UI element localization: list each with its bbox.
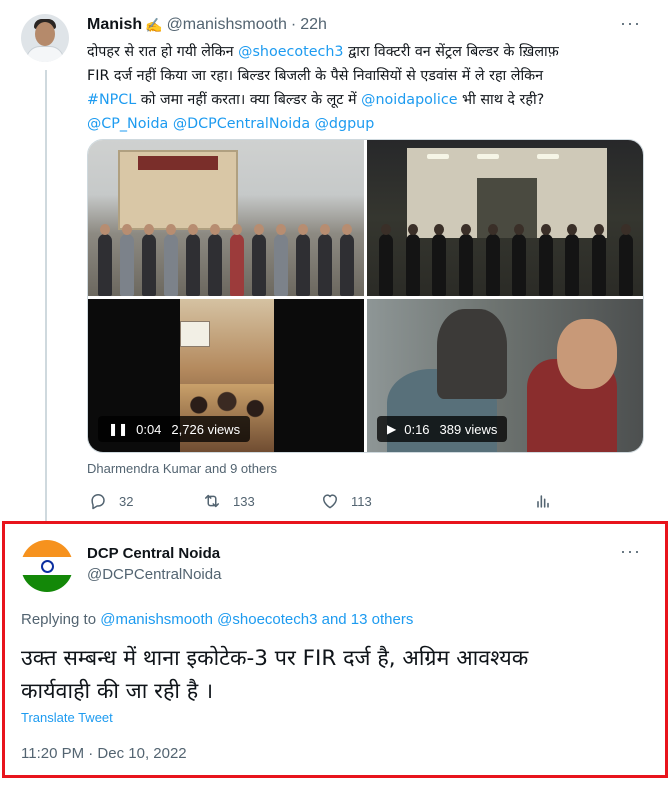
pause-icon[interactable]: ❚❚ xyxy=(108,422,128,436)
mention-link[interactable]: @DCPCentralNoida xyxy=(173,116,310,132)
video-2-overlay[interactable]: ▶ 0:16 389 views xyxy=(377,416,508,442)
replying-to-users-link[interactable]: @manishsmooth @shoecotech3 and 13 others xyxy=(100,611,413,628)
tweet-text-line: FIR दर्ज नहीं किया जा रहा। बिल्डर बिजली … xyxy=(87,64,647,88)
tweet-actions: 32 133 113 xyxy=(87,490,557,514)
tweet-text-line: उक्त सम्बन्ध में थाना इकोटेक-3 पर FIR दर… xyxy=(21,646,529,671)
retweet-count: 133 xyxy=(233,493,255,509)
mention-link[interactable]: @dgpup xyxy=(315,116,375,132)
video-2[interactable]: ▶ 0:16 389 views xyxy=(367,299,643,452)
tweet-time[interactable]: 22h xyxy=(300,16,327,34)
author-name[interactable]: Manish xyxy=(87,16,142,34)
text-segment: भी साथ दे रही? xyxy=(457,92,545,108)
hashtag-link[interactable]: #NPCL xyxy=(87,92,136,108)
tweet-header: Manish ✍️ @manishsmooth · 22h xyxy=(87,15,327,35)
author-name[interactable]: DCP Central Noida xyxy=(87,545,220,562)
text-segment: FIR दर्ज नहीं किया जा रहा। बिल्डर बिजली … xyxy=(87,68,544,84)
author-handle[interactable]: @DCPCentralNoida xyxy=(87,566,221,583)
like-count: 113 xyxy=(351,493,372,509)
reply-button[interactable]: 32 xyxy=(87,490,133,512)
thread-connector-line xyxy=(45,70,47,522)
mention-link[interactable]: @noidapolice xyxy=(361,92,457,108)
media-grid: ❚❚ 0:04 2,726 views ▶ 0:16 389 views xyxy=(87,139,644,453)
photo-police-station-day[interactable] xyxy=(88,140,364,296)
tweet-timestamp[interactable]: 11:20 PM · Dec 10, 2022 xyxy=(21,745,187,762)
video-views: 389 views xyxy=(439,421,498,437)
translate-tweet-link[interactable]: Translate Tweet xyxy=(21,710,113,725)
retweet-button[interactable]: 133 xyxy=(201,490,255,512)
video-duration: 0:04 xyxy=(136,421,162,437)
video-duration: 0:16 xyxy=(404,421,430,437)
text-segment: को जमा नहीं करता। क्या बिल्डर के लूट में xyxy=(136,92,362,108)
ashoka-chakra-icon xyxy=(40,559,54,573)
mention-link[interactable]: @CP_Noida xyxy=(87,116,168,132)
analytics-button[interactable] xyxy=(532,490,564,512)
mention-link[interactable]: @shoecotech3 xyxy=(238,44,343,60)
separator-dot: · xyxy=(290,16,297,33)
tweet-text: उक्त सम्बन्ध में थाना इकोटेक-3 पर FIR दर… xyxy=(21,642,651,708)
video-1-overlay[interactable]: ❚❚ 0:04 2,726 views xyxy=(98,416,251,442)
replying-prefix: Replying to xyxy=(21,611,101,628)
tweet-text-line: #NPCL को जमा नहीं करता। क्या बिल्डर के ल… xyxy=(87,88,647,112)
writing-hand-emoji: ✍️ xyxy=(145,16,163,33)
author-handle[interactable]: @manishsmooth xyxy=(167,16,287,34)
video-1[interactable]: ❚❚ 0:04 2,726 views xyxy=(88,299,364,452)
tweet-text: दोपहर से रात हो गयी लेकिन @shoecotech3 द… xyxy=(87,40,647,136)
text-segment: दोपहर से रात हो गयी लेकिन xyxy=(87,44,239,60)
play-icon[interactable]: ▶ xyxy=(387,422,396,436)
text-segment: द्वारा विक्टरी वन सेंट्रल बिल्डर के ख़िल… xyxy=(343,44,559,60)
more-options-icon[interactable]: ··· xyxy=(620,541,641,562)
video-views: 2,726 views xyxy=(171,421,241,437)
heart-icon xyxy=(319,490,341,512)
more-options-icon[interactable]: ··· xyxy=(620,13,641,34)
tweet-text-line: @CP_Noida @DCPCentralNoida @dgpup xyxy=(87,112,647,136)
tweet-text-line: कार्यवाही की जा रही है । xyxy=(21,679,214,704)
photo-police-station-night[interactable] xyxy=(367,140,643,296)
reply-count: 32 xyxy=(119,493,134,509)
reply-icon xyxy=(87,490,109,512)
like-button[interactable]: 113 xyxy=(319,490,372,512)
retweet-icon xyxy=(201,490,223,512)
replying-to: Replying to @manishsmooth @shoecotech3 a… xyxy=(21,611,413,628)
avatar[interactable] xyxy=(21,540,73,592)
analytics-icon xyxy=(532,490,554,512)
tweet-text-line: दोपहर से रात हो गयी लेकिन @shoecotech3 द… xyxy=(87,40,647,64)
avatar[interactable] xyxy=(21,14,69,62)
tagged-people[interactable]: Dharmendra Kumar and 9 others xyxy=(87,461,277,476)
